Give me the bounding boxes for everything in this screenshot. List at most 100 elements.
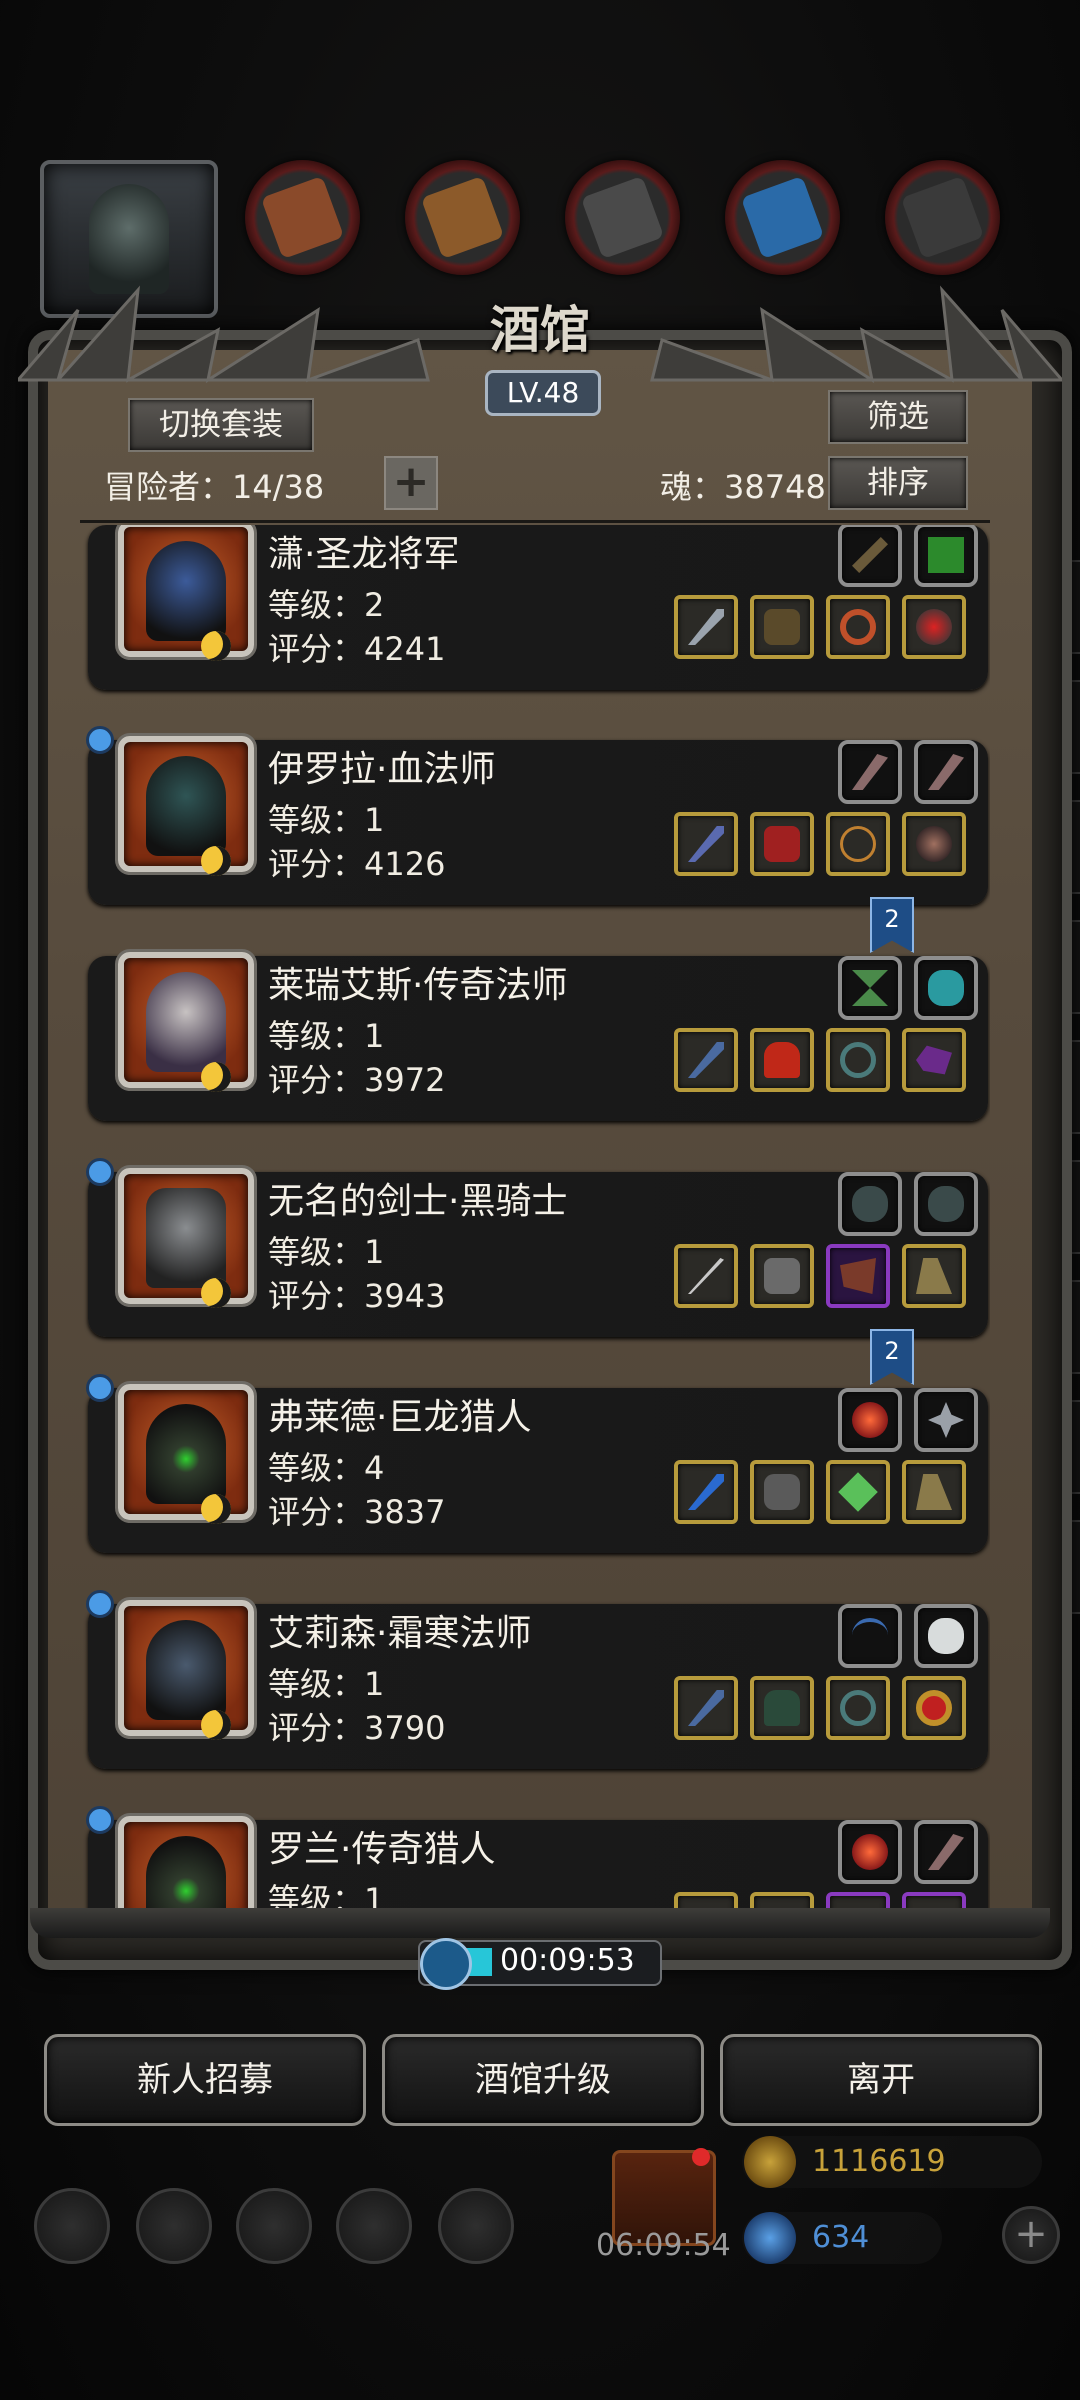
hero-face (146, 972, 226, 1072)
equip-slot-weapon[interactable] (674, 1244, 738, 1308)
hero-score: 评分：3837 (268, 1493, 446, 1531)
skill-slot[interactable] (838, 1820, 902, 1884)
skill-slot[interactable] (838, 956, 902, 1020)
hero-portrait[interactable] (118, 1384, 254, 1524)
equip-slot-ring[interactable] (826, 812, 890, 876)
equip-slot-armor[interactable] (750, 812, 814, 876)
add-gems-button[interactable]: + (1002, 2206, 1060, 2264)
skill-slot[interactable] (838, 1604, 902, 1668)
hero-row[interactable]: 罗兰·传奇猎人 等级：1 (86, 1806, 988, 1910)
skill-slot[interactable] (838, 740, 902, 804)
notification-dot (692, 2148, 710, 2166)
equip-slot-armor[interactable] (750, 595, 814, 659)
skill-slot[interactable] (914, 1604, 978, 1668)
necklace-icon (840, 826, 876, 862)
equip-slot-trinket[interactable] (902, 1244, 966, 1308)
skill-slot[interactable] (838, 525, 902, 587)
equip-slot-ring[interactable] (826, 1676, 890, 1740)
skill-slot[interactable] (914, 1172, 978, 1236)
skill-slot[interactable] (838, 1388, 902, 1452)
hero-portrait[interactable] (118, 1600, 254, 1740)
gold-resource: 1116619 (742, 2136, 1042, 2188)
gem-amount: 634 (812, 2220, 870, 2255)
equip-slot-trinket[interactable] (902, 1676, 966, 1740)
switch-outfit-button[interactable]: 切换套装 (128, 398, 314, 452)
hourglass-icon (852, 970, 888, 1006)
hero-row[interactable]: 无名的剑士·黑骑士 等级：1 评分：3943 (86, 1158, 988, 1337)
equip-slot-weapon[interactable] (674, 812, 738, 876)
hero-list[interactable]: 潇·圣龙将军 等级：2 评分：4241 伊罗拉·血法师 等级：1 评分：4126… (80, 525, 990, 1910)
hero-portrait[interactable] (118, 1816, 254, 1910)
hero-portrait[interactable] (118, 1168, 254, 1308)
staff-icon (688, 826, 724, 862)
clock-icon (420, 1938, 472, 1990)
robe-icon (764, 609, 800, 645)
skill-slot[interactable] (914, 740, 978, 804)
armor-icon (764, 1258, 800, 1294)
settings-icon[interactable] (34, 2188, 110, 2264)
equip-slot-weapon[interactable] (674, 1028, 738, 1092)
hero-row[interactable]: 伊罗拉·血法师 等级：1 评分：4126 (86, 726, 988, 905)
stone-material-icon[interactable] (885, 160, 1000, 275)
hero-portrait[interactable] (118, 525, 254, 661)
hero-row[interactable]: 潇·圣龙将军 等级：2 评分：4241 (88, 525, 988, 690)
hero-face (146, 1404, 226, 1504)
staff-icon (688, 1690, 724, 1726)
equip-slot-ring[interactable] (826, 595, 890, 659)
equip-slot-armor[interactable] (750, 1460, 814, 1524)
hero-row[interactable]: 艾莉森·霜寒法师 等级：1 评分：3790 (86, 1590, 988, 1769)
equip-slot-armor[interactable] (750, 1676, 814, 1740)
hero-row[interactable]: 弗莱德·巨龙猎人 等级：4 评分：3837 (86, 1374, 988, 1553)
hood-icon (764, 1042, 800, 1078)
equip-slot-trinket[interactable] (902, 812, 966, 876)
equip-slot-trinket[interactable] (902, 595, 966, 659)
equip-slot-armor[interactable] (750, 1028, 814, 1092)
gold-coin-icon (744, 2136, 796, 2188)
rune-book-icon (928, 537, 964, 573)
leave-button[interactable]: 离开 (720, 2034, 1042, 2126)
new-indicator-dot (86, 726, 114, 754)
equip-slot-weapon[interactable] (674, 1460, 738, 1524)
gallery-icon[interactable] (236, 2188, 312, 2264)
hero-portrait[interactable] (118, 952, 254, 1092)
sort-button[interactable]: 排序 (828, 456, 968, 510)
equip-slot-trinket[interactable] (902, 1460, 966, 1524)
spear-icon (688, 609, 724, 645)
stone-icon (928, 970, 964, 1006)
hero-face (146, 541, 226, 641)
recruit-button[interactable]: 新人招募 (44, 2034, 366, 2126)
hero-name: 艾莉森·霜寒法师 (268, 1613, 532, 1654)
crystal-material-icon[interactable] (725, 160, 840, 275)
equip-slot-ring[interactable] (826, 1244, 890, 1308)
moon-icon (201, 1710, 231, 1740)
hero-portrait[interactable] (118, 736, 254, 876)
filter-button[interactable]: 筛选 (828, 390, 968, 444)
add-adventurer-button[interactable]: + (384, 456, 438, 510)
equip-slot-ring[interactable] (826, 1028, 890, 1092)
new-indicator-dot (86, 1806, 114, 1834)
skill-slot[interactable] (914, 1388, 978, 1452)
ring-icon (840, 609, 876, 645)
upgrade-tavern-button[interactable]: 酒馆升级 (382, 2034, 704, 2126)
equip-slot-armor[interactable] (750, 1244, 814, 1308)
hero-row[interactable]: 莱瑞艾斯·传奇法师 等级：1 评分：3972 (88, 952, 988, 1121)
fire-orb-icon (852, 1834, 888, 1870)
achievements-icon[interactable] (136, 2188, 212, 2264)
equip-slot-ring[interactable] (826, 1460, 890, 1524)
skill-slot[interactable] (914, 525, 978, 587)
equip-slot-trinket[interactable] (902, 1028, 966, 1092)
hero-level: 等级：1 (268, 801, 385, 839)
hero-level: 等级：1 (268, 1665, 385, 1703)
mail-icon[interactable] (336, 2188, 412, 2264)
equip-slot-weapon[interactable] (674, 595, 738, 659)
wood-material-icon[interactable] (405, 160, 520, 275)
shop-icon[interactable] (438, 2188, 514, 2264)
skill-slot[interactable] (838, 1172, 902, 1236)
hero-name: 罗兰·传奇猎人 (268, 1829, 496, 1870)
skill-slot[interactable] (914, 956, 978, 1020)
iron-material-icon[interactable] (565, 160, 680, 275)
equip-slot-weapon[interactable] (674, 1676, 738, 1740)
hero-name: 莱瑞艾斯·传奇法师 (268, 965, 568, 1006)
leather-material-icon[interactable] (245, 160, 360, 275)
skill-slot[interactable] (914, 1820, 978, 1884)
